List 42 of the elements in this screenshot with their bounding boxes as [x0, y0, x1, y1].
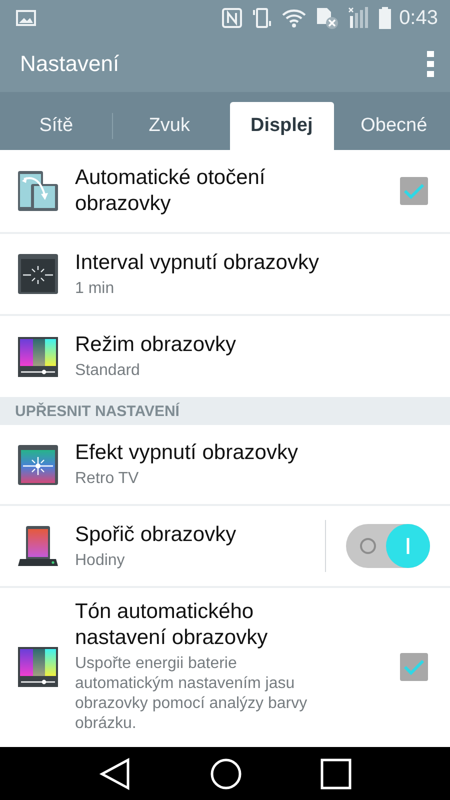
tab[interactable]: Obecné: [342, 102, 446, 150]
recent-apps-icon[interactable]: [320, 758, 352, 790]
setting-title: Režim obrazovky: [75, 332, 238, 358]
tab[interactable]: Displej: [230, 102, 334, 150]
setting-summary: 1 min: [75, 278, 116, 298]
setting-title: Tón automatického nastavení obrazovky: [75, 599, 269, 651]
rotate-screen-icon: [17, 170, 59, 212]
app-title: Nastavení: [20, 51, 120, 77]
setting-title: Spořič obrazovky: [75, 522, 238, 548]
tab[interactable]: Sítě: [4, 102, 108, 150]
vibrate-icon: [251, 7, 274, 29]
checkbox[interactable]: [400, 652, 428, 680]
color-mode-icon: [17, 646, 59, 688]
home-icon[interactable]: [208, 756, 243, 790]
setting-title: Automatické otočení obrazovky: [75, 165, 266, 217]
nfc-icon: [222, 8, 242, 28]
on-line-icon: [406, 538, 410, 554]
more-options-icon[interactable]: [426, 50, 436, 78]
wifi-icon: [282, 8, 306, 28]
checkmark-icon: [403, 658, 425, 676]
setting-title: Interval vypnutí obrazovky: [75, 250, 320, 276]
setting-summary: Uspořte energii baterie automatickým nastavením jasu obrazovky pomocí analýzy barvy obrázku.: [75, 654, 308, 734]
setting-summary: Standard: [75, 361, 141, 381]
checkmark-icon: [403, 182, 425, 200]
battery-icon: [379, 7, 392, 29]
status-time: 0:43: [399, 6, 438, 30]
checkbox[interactable]: [400, 177, 428, 205]
setting-summary: Hodiny: [75, 550, 126, 570]
screen-timeout-icon: [17, 253, 59, 295]
signal-icon: [348, 7, 370, 29]
off-circle-icon: [360, 538, 376, 554]
color-mode-icon: [17, 336, 59, 378]
screen-off-effect-icon: [17, 444, 59, 486]
picture-icon: [16, 10, 36, 26]
phone-dock-icon: [17, 525, 59, 567]
sim-off-icon: [315, 7, 340, 29]
section-header: UPŘESNIT NASTAVENÍ: [0, 397, 450, 425]
tab[interactable]: Zvuk: [117, 102, 222, 150]
setting-title: Efekt vypnutí obrazovky: [75, 440, 299, 466]
back-icon[interactable]: [98, 756, 132, 790]
setting-summary: Retro TV: [75, 469, 140, 489]
toggle-switch[interactable]: [346, 524, 430, 568]
